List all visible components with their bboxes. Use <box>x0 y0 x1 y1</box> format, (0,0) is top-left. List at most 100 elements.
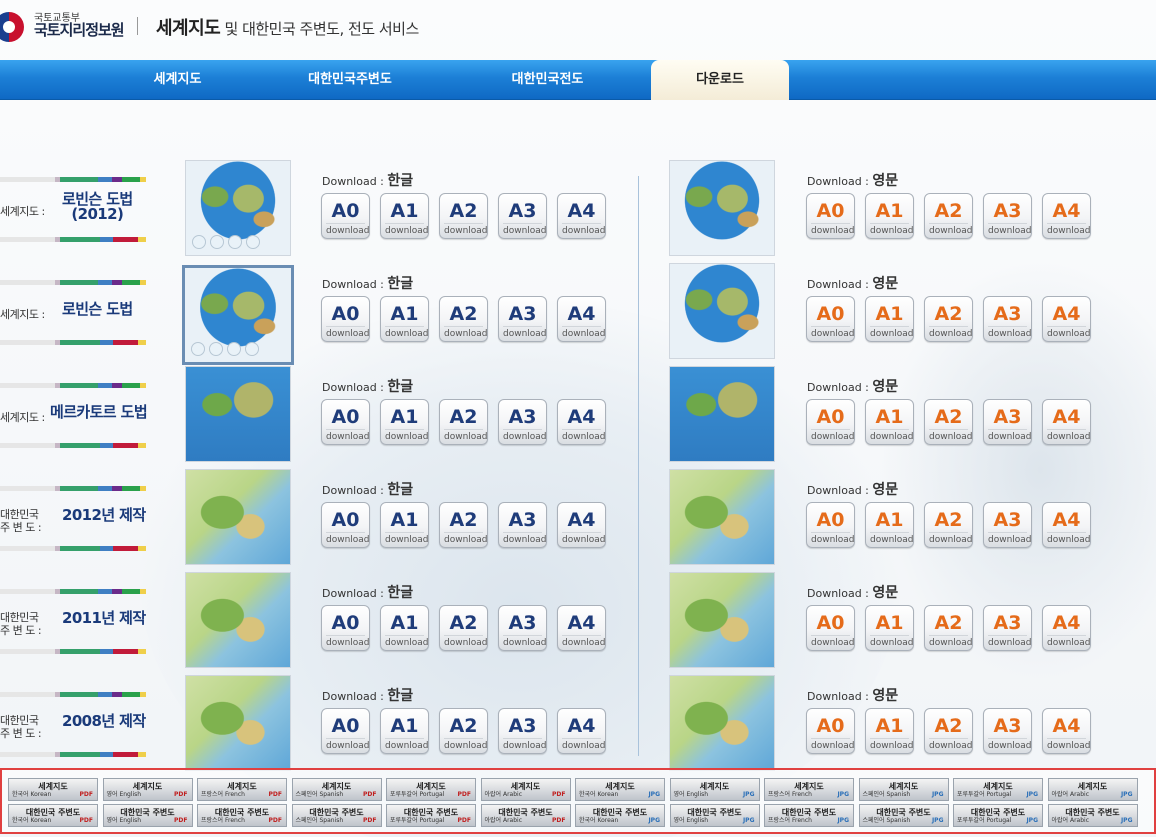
download-ko-a1-button[interactable]: A1 download <box>380 399 429 445</box>
download-ko-a1-button[interactable]: A1 download <box>380 502 429 548</box>
download-en-a4-button[interactable]: A4 download <box>1042 296 1091 342</box>
download-ko-a3-button[interactable]: A3 download <box>498 708 547 754</box>
map-thumbnail-ko[interactable] <box>182 265 294 365</box>
map-thumbnail-ko[interactable] <box>185 366 291 462</box>
download-ko-a4-button[interactable]: A4 download <box>557 399 606 445</box>
download-en-a1-button[interactable]: A1 download <box>865 296 914 342</box>
download-en-a2-button[interactable]: A2 download <box>924 296 973 342</box>
bulk-jpg-download-button[interactable]: 대한민국 주변도 아랍어 Arabic JPG <box>1047 804 1138 827</box>
download-ko-a3-button[interactable]: A3 download <box>498 502 547 548</box>
download-en-a0-button[interactable]: A0 download <box>806 502 855 548</box>
map-thumbnail-ko[interactable] <box>185 160 291 256</box>
bulk-jpg-download-button[interactable]: 대한민국 주변도 포루투갈어 Portugal JPG <box>953 804 1043 827</box>
bulk-pdf-download-button[interactable]: 세계지도 영어 English PDF <box>102 778 193 801</box>
download-en-a3-button[interactable]: A3 download <box>983 708 1032 754</box>
download-en-a4-button[interactable]: A4 download <box>1042 193 1091 239</box>
download-ko-a3-button[interactable]: A3 download <box>498 399 547 445</box>
download-ko-a1-button[interactable]: A1 download <box>380 708 429 754</box>
download-en-a2-button[interactable]: A2 download <box>924 193 973 239</box>
download-en-a2-button[interactable]: A2 download <box>924 605 973 651</box>
download-en-a1-button[interactable]: A1 download <box>865 708 914 754</box>
download-en-a2-button[interactable]: A2 download <box>924 502 973 548</box>
map-thumbnail-ko[interactable] <box>185 572 291 668</box>
bulk-pdf-download-button[interactable]: 세계지도 프랑스어 French PDF <box>197 778 287 801</box>
map-thumbnail-en[interactable] <box>669 469 775 565</box>
bulk-jpg-download-button[interactable]: 세계지도 포루투갈어 Portugal JPG <box>953 778 1043 801</box>
bulk-jpg-download-button[interactable]: 대한민국 주변도 프랑스어 French JPG <box>764 804 854 827</box>
download-en-a0-button[interactable]: A0 download <box>806 605 855 651</box>
download-en-a3-button[interactable]: A3 download <box>983 605 1032 651</box>
download-en-a4-button[interactable]: A4 download <box>1042 399 1091 445</box>
download-en-a2-button[interactable]: A2 download <box>924 708 973 754</box>
download-ko-a2-button[interactable]: A2 download <box>439 193 488 239</box>
download-en-a1-button[interactable]: A1 download <box>865 193 914 239</box>
bulk-jpg-download-button[interactable]: 대한민국 주변도 한국어 Korean JPG <box>575 804 665 827</box>
download-en-a3-button[interactable]: A3 download <box>983 193 1032 239</box>
bulk-pdf-download-button[interactable]: 세계지도 아랍어 Arabic PDF <box>480 778 571 801</box>
org-name[interactable]: 국토지리정보원 <box>34 19 125 40</box>
bulk-jpg-download-button[interactable]: 대한민국 주변도 스페인어 Spanish JPG <box>858 804 949 827</box>
download-en-a3-button[interactable]: A3 download <box>983 399 1032 445</box>
download-ko-a2-button[interactable]: A2 download <box>439 605 488 651</box>
bulk-pdf-download-button[interactable]: 세계지도 스페인어 Spanish PDF <box>291 778 382 801</box>
download-ko-a2-button[interactable]: A2 download <box>439 296 488 342</box>
download-ko-a3-button[interactable]: A3 download <box>498 193 547 239</box>
download-ko-a3-button[interactable]: A3 download <box>498 296 547 342</box>
download-en-a4-button[interactable]: A4 download <box>1042 502 1091 548</box>
nav-korea-surroundings[interactable]: 대한민국주변도 <box>280 60 420 100</box>
download-ko-a0-button[interactable]: A0 download <box>321 605 370 651</box>
map-thumbnail-en[interactable] <box>669 263 775 359</box>
bulk-pdf-download-button[interactable]: 대한민국 주변도 스페인어 Spanish PDF <box>291 804 382 827</box>
map-thumbnail-ko[interactable] <box>185 469 291 565</box>
download-en-a4-button[interactable]: A4 download <box>1042 708 1091 754</box>
nav-download[interactable]: 다운로드 <box>651 60 789 100</box>
download-ko-a0-button[interactable]: A0 download <box>321 296 370 342</box>
download-en-a1-button[interactable]: A1 download <box>865 605 914 651</box>
download-en-a0-button[interactable]: A0 download <box>806 708 855 754</box>
download-ko-a0-button[interactable]: A0 download <box>321 502 370 548</box>
nav-world-map[interactable]: 세계지도 <box>120 60 235 100</box>
map-thumbnail-ko[interactable] <box>185 675 291 771</box>
download-en-a3-button[interactable]: A3 download <box>983 502 1032 548</box>
download-en-a4-button[interactable]: A4 download <box>1042 605 1091 651</box>
bulk-jpg-download-button[interactable]: 세계지도 영어 English JPG <box>669 778 760 801</box>
bulk-pdf-download-button[interactable]: 대한민국 주변도 포루투갈어 Portugal PDF <box>386 804 476 827</box>
bulk-jpg-download-button[interactable]: 세계지도 스페인어 Spanish JPG <box>858 778 949 801</box>
map-thumbnail-en[interactable] <box>669 675 775 771</box>
download-ko-a0-button[interactable]: A0 download <box>321 708 370 754</box>
download-en-a3-button[interactable]: A3 download <box>983 296 1032 342</box>
download-ko-a2-button[interactable]: A2 download <box>439 708 488 754</box>
download-en-a0-button[interactable]: A0 download <box>806 193 855 239</box>
download-en-a2-button[interactable]: A2 download <box>924 399 973 445</box>
download-en-a1-button[interactable]: A1 download <box>865 399 914 445</box>
download-ko-a2-button[interactable]: A2 download <box>439 502 488 548</box>
bulk-pdf-download-button[interactable]: 대한민국 주변도 한국어 Korean PDF <box>8 804 98 827</box>
download-ko-a4-button[interactable]: A4 download <box>557 502 606 548</box>
bulk-pdf-download-button[interactable]: 세계지도 포루투갈어 Portugal PDF <box>386 778 476 801</box>
download-en-a0-button[interactable]: A0 download <box>806 399 855 445</box>
map-thumbnail-en[interactable] <box>669 160 775 256</box>
download-ko-a2-button[interactable]: A2 download <box>439 399 488 445</box>
download-en-a0-button[interactable]: A0 download <box>806 296 855 342</box>
download-ko-a1-button[interactable]: A1 download <box>380 193 429 239</box>
bulk-pdf-download-button[interactable]: 대한민국 주변도 아랍어 Arabic PDF <box>480 804 571 827</box>
download-ko-a4-button[interactable]: A4 download <box>557 605 606 651</box>
download-en-a1-button[interactable]: A1 download <box>865 502 914 548</box>
bulk-jpg-download-button[interactable]: 대한민국 주변도 영어 English JPG <box>669 804 760 827</box>
nav-korea-whole[interactable]: 대한민국전도 <box>480 60 615 100</box>
download-ko-a1-button[interactable]: A1 download <box>380 296 429 342</box>
download-ko-a4-button[interactable]: A4 download <box>557 708 606 754</box>
bulk-jpg-download-button[interactable]: 세계지도 프랑스어 French JPG <box>764 778 854 801</box>
download-ko-a0-button[interactable]: A0 download <box>321 193 370 239</box>
bulk-pdf-download-button[interactable]: 대한민국 주변도 프랑스어 French PDF <box>197 804 287 827</box>
download-ko-a4-button[interactable]: A4 download <box>557 193 606 239</box>
download-ko-a3-button[interactable]: A3 download <box>498 605 547 651</box>
bulk-pdf-download-button[interactable]: 세계지도 한국어 Korean PDF <box>8 778 98 801</box>
bulk-jpg-download-button[interactable]: 세계지도 한국어 Korean JPG <box>575 778 665 801</box>
map-thumbnail-en[interactable] <box>669 366 775 462</box>
download-ko-a1-button[interactable]: A1 download <box>380 605 429 651</box>
download-ko-a4-button[interactable]: A4 download <box>557 296 606 342</box>
download-ko-a0-button[interactable]: A0 download <box>321 399 370 445</box>
bulk-jpg-download-button[interactable]: 세계지도 아랍어 Arabic JPG <box>1047 778 1138 801</box>
bulk-pdf-download-button[interactable]: 대한민국 주변도 영어 English PDF <box>102 804 193 827</box>
